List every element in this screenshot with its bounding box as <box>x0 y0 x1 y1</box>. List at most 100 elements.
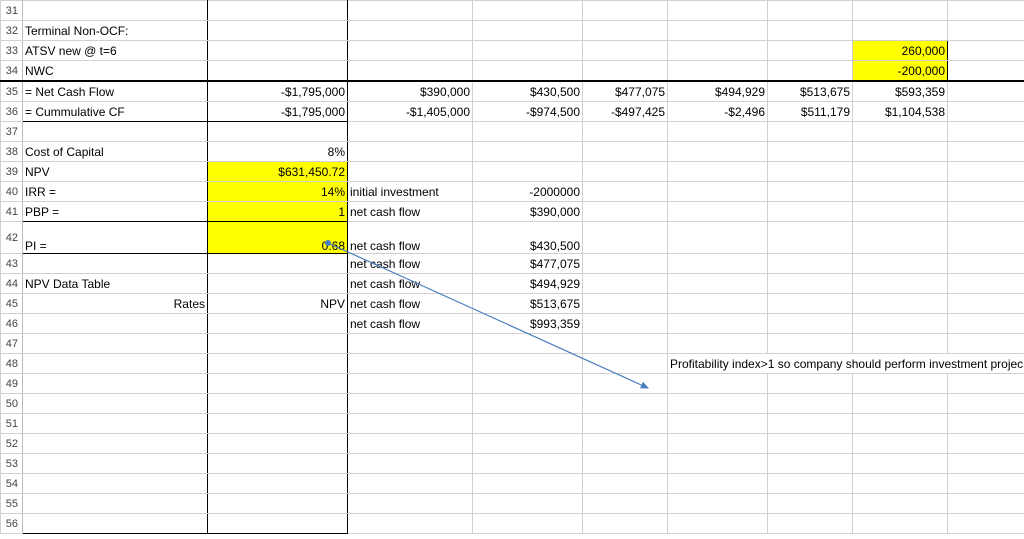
cell[interactable] <box>668 494 768 514</box>
cell[interactable] <box>853 162 948 182</box>
cell[interactable]: $993,359 <box>473 314 583 334</box>
cell[interactable] <box>348 122 473 142</box>
cell[interactable] <box>208 122 348 142</box>
cell[interactable] <box>473 374 583 394</box>
cell-irr-value[interactable]: 14% <box>208 182 348 202</box>
cell-npv-label[interactable]: NPV <box>23 162 208 182</box>
row-56[interactable]: 56 <box>1 514 1024 534</box>
cell[interactable] <box>208 61 348 82</box>
cell[interactable]: net cash flow <box>348 314 473 334</box>
cell[interactable] <box>948 41 1024 61</box>
cell[interactable] <box>948 254 1024 274</box>
cell[interactable] <box>668 434 768 454</box>
cell[interactable] <box>668 394 768 414</box>
cell[interactable] <box>23 394 208 414</box>
spreadsheet-viewport[interactable]: 31 32 Terminal Non-OCF: 33 ATSV new @ t=… <box>0 0 1024 539</box>
cell[interactable] <box>348 374 473 394</box>
cell-profitability-note[interactable]: Profitability index>1 so company should … <box>668 354 1024 374</box>
cell[interactable] <box>208 334 348 354</box>
cell-atsv-value[interactable]: 260,000 <box>853 41 948 61</box>
cell-npv-data-table[interactable]: NPV Data Table <box>23 274 208 294</box>
cell[interactable] <box>668 454 768 474</box>
cell[interactable] <box>668 222 768 254</box>
cell[interactable] <box>23 334 208 354</box>
cell-pi-value[interactable]: 0.68 <box>208 222 348 254</box>
cell[interactable] <box>583 494 668 514</box>
cell[interactable] <box>23 314 208 334</box>
cell[interactable] <box>583 142 668 162</box>
cell[interactable] <box>768 254 853 274</box>
cell[interactable] <box>208 494 348 514</box>
cell[interactable] <box>668 374 768 394</box>
cell-initial-investment-value[interactable]: -2000000 <box>473 182 583 202</box>
cell[interactable]: $511,179 <box>768 102 853 122</box>
cell[interactable] <box>768 434 853 454</box>
cell[interactable] <box>768 414 853 434</box>
cell[interactable] <box>853 1 948 21</box>
cell[interactable] <box>348 142 473 162</box>
cell[interactable]: $494,929 <box>668 81 768 102</box>
cell[interactable] <box>348 494 473 514</box>
cell[interactable] <box>668 474 768 494</box>
cell[interactable] <box>208 21 348 41</box>
cell[interactable]: net cash flow <box>348 294 473 314</box>
cell[interactable] <box>583 454 668 474</box>
cell[interactable] <box>948 334 1024 354</box>
cell[interactable] <box>668 1 768 21</box>
cell[interactable] <box>668 142 768 162</box>
cell[interactable] <box>768 202 853 222</box>
cell[interactable] <box>348 41 473 61</box>
cell[interactable] <box>208 434 348 454</box>
cell-rates[interactable]: Rates <box>23 294 208 314</box>
cell[interactable] <box>348 354 473 374</box>
cell[interactable] <box>668 202 768 222</box>
cell[interactable] <box>948 454 1024 474</box>
cell[interactable] <box>583 314 668 334</box>
cell[interactable] <box>23 122 208 142</box>
row-42[interactable]: 42 PI = 0.68 net cash flow $430,500 <box>1 222 1024 254</box>
cell[interactable]: $1,104,538 <box>853 102 948 122</box>
cell[interactable] <box>23 354 208 374</box>
cell[interactable]: $430,500 <box>473 222 583 254</box>
cell[interactable]: -$2,496 <box>668 102 768 122</box>
cell[interactable] <box>668 414 768 434</box>
cell-cost-of-capital[interactable]: Cost of Capital <box>23 142 208 162</box>
row-40[interactable]: 40 IRR = 14% initial investment -2000000 <box>1 182 1024 202</box>
cell-npv-col[interactable]: NPV <box>208 294 348 314</box>
row-54[interactable]: 54 <box>1 474 1024 494</box>
cell[interactable] <box>473 41 583 61</box>
cell[interactable] <box>473 334 583 354</box>
cell[interactable] <box>853 21 948 41</box>
cell[interactable] <box>948 414 1024 434</box>
cell[interactable] <box>948 81 1024 102</box>
cell[interactable] <box>668 61 768 82</box>
cell[interactable]: $513,675 <box>473 294 583 314</box>
cell[interactable] <box>208 414 348 434</box>
cell[interactable] <box>768 294 853 314</box>
cell[interactable] <box>473 494 583 514</box>
row-48[interactable]: 48 Profitability index>1 so company shou… <box>1 354 1024 374</box>
cell[interactable] <box>668 254 768 274</box>
cell[interactable] <box>948 394 1024 414</box>
cell[interactable] <box>473 162 583 182</box>
cell[interactable] <box>583 374 668 394</box>
row-44[interactable]: 44 NPV Data Table net cash flow $494,929 <box>1 274 1024 294</box>
cell[interactable] <box>768 514 853 534</box>
cell[interactable] <box>948 102 1024 122</box>
cell[interactable] <box>23 454 208 474</box>
cell[interactable] <box>668 314 768 334</box>
cell[interactable] <box>208 394 348 414</box>
cell[interactable] <box>208 1 348 21</box>
cell[interactable] <box>583 474 668 494</box>
cell[interactable] <box>853 274 948 294</box>
cell[interactable] <box>583 354 668 374</box>
row-37[interactable]: 37 <box>1 122 1024 142</box>
cell[interactable] <box>853 254 948 274</box>
cell[interactable] <box>473 142 583 162</box>
cell[interactable] <box>473 454 583 474</box>
cell-pi-label[interactable]: PI = <box>23 222 208 254</box>
cell[interactable] <box>348 414 473 434</box>
cell[interactable]: -$1,795,000 <box>208 102 348 122</box>
cell[interactable] <box>583 274 668 294</box>
cell[interactable] <box>768 222 853 254</box>
